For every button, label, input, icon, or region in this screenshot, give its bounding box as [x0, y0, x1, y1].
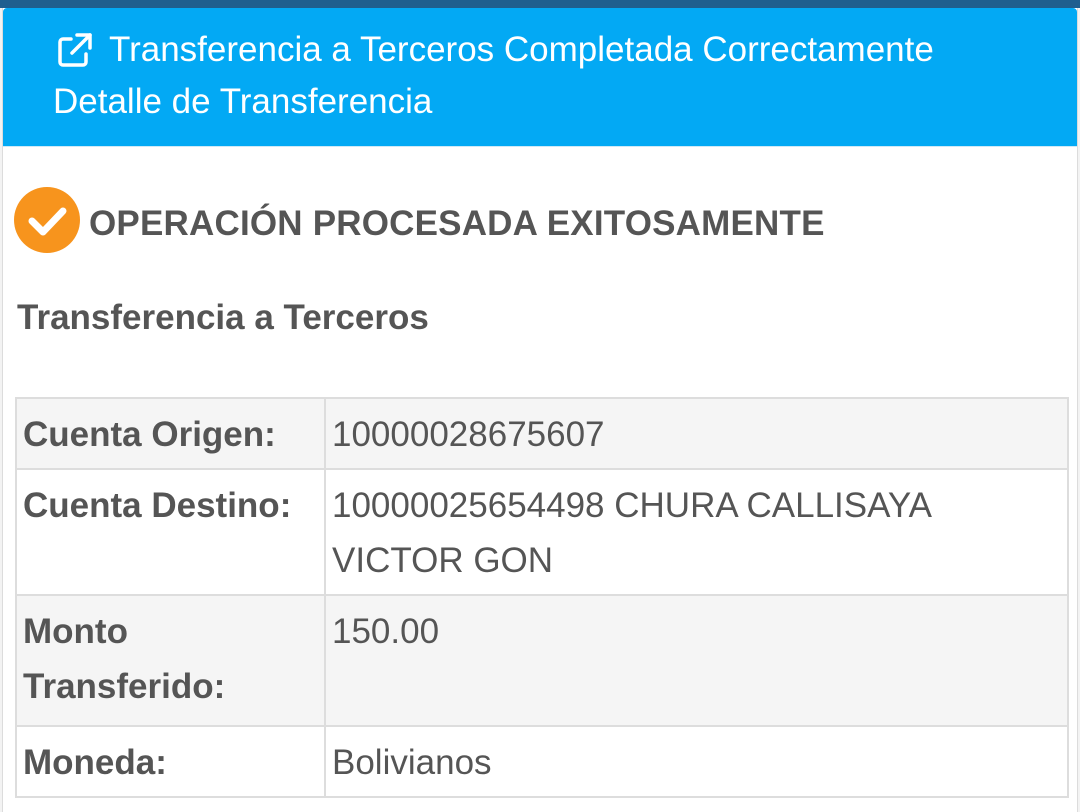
row-label-cuenta-origen: Cuenta Origen:: [15, 397, 326, 470]
row-value-monto: 150.00: [324, 594, 1069, 727]
external-link-icon[interactable]: [55, 30, 95, 70]
header-title-row: Transferencia a Terceros Completada Corr…: [55, 28, 934, 72]
panel-header: Transferencia a Terceros Completada Corr…: [3, 8, 1077, 147]
table-row: Moneda: Bolivianos: [15, 725, 1069, 798]
table-row: Cuenta Origen: 10000028675607: [15, 397, 1069, 470]
transfer-detail-panel: Transferencia a Terceros Completada Corr…: [2, 8, 1078, 812]
row-value-cuenta-origen: 10000028675607: [324, 397, 1069, 470]
transfer-details-table: Cuenta Origen: 10000028675607 Cuenta Des…: [15, 397, 1069, 798]
table-row: Cuenta Destino: 10000025654498 CHURA CAL…: [15, 468, 1069, 596]
top-bar: [0, 0, 1080, 8]
row-label-cuenta-destino: Cuenta Destino:: [15, 468, 326, 596]
header-subtitle: Detalle de Transferencia: [53, 82, 433, 121]
row-label-monto: Monto Transferido:: [15, 594, 326, 727]
success-text: OPERACIÓN PROCESADA EXITOSAMENTE: [89, 204, 825, 243]
check-circle-icon: [13, 186, 81, 254]
section-title: Transferencia a Terceros: [17, 298, 429, 337]
row-label-moneda: Moneda:: [15, 725, 326, 798]
table-row: Monto Transferido: 150.00: [15, 594, 1069, 727]
header-title: Transferencia a Terceros Completada Corr…: [109, 30, 934, 69]
row-value-cuenta-destino: 10000025654498 CHURA CALLISAYA VICTOR GO…: [324, 468, 1069, 596]
row-value-moneda: Bolivianos: [324, 725, 1069, 798]
success-message: OPERACIÓN PROCESADA EXITOSAMENTE: [13, 186, 825, 254]
